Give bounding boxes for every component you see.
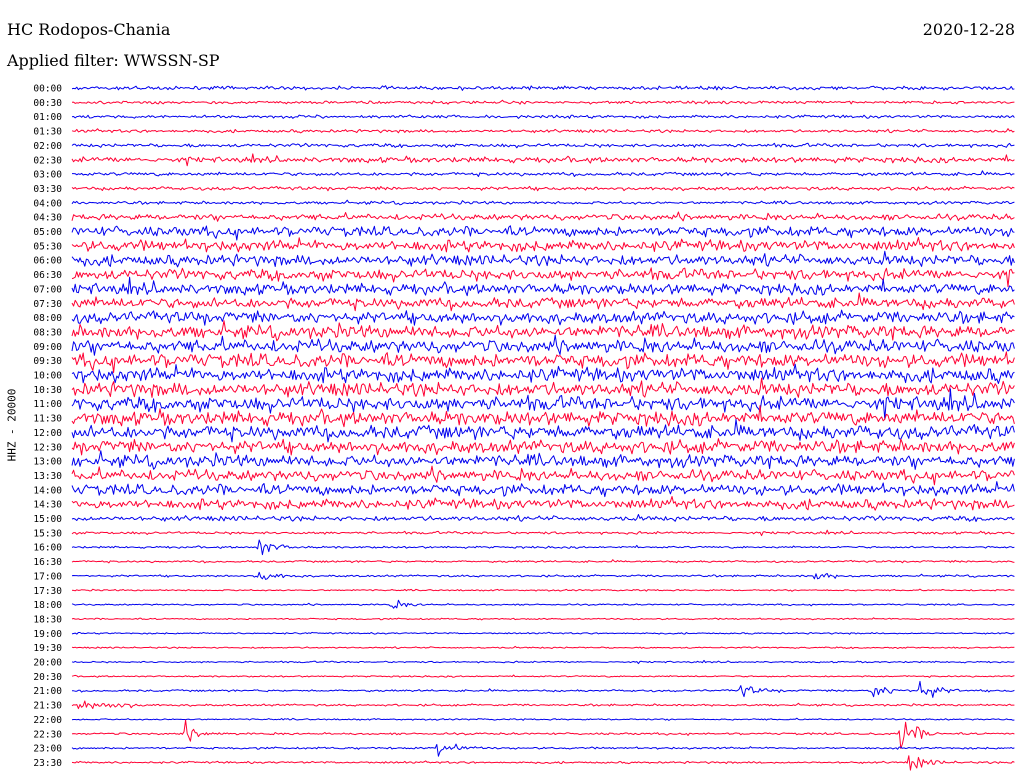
seismic-trace-line — [71, 743, 1015, 757]
seismic-trace-line — [71, 717, 1015, 721]
time-tick-label: 09:00 — [33, 342, 62, 353]
time-tick-label: 15:00 — [33, 514, 62, 525]
seismic-trace-line — [71, 351, 1015, 374]
time-tick-label: 19:00 — [33, 629, 62, 640]
time-tick-label: 17:30 — [33, 586, 62, 597]
time-tick-label: 03:00 — [33, 170, 62, 181]
seismic-trace-line — [71, 267, 1015, 288]
time-tick-label: 02:30 — [33, 155, 62, 166]
time-tick-label: 01:00 — [33, 112, 62, 123]
seismic-trace-line — [71, 496, 1015, 511]
time-tick-label: 10:00 — [33, 371, 62, 382]
time-tick-label: 21:30 — [33, 701, 62, 712]
time-tick-label: 15:30 — [33, 528, 62, 539]
seismic-trace-line — [71, 185, 1015, 192]
time-tick-label: 18:30 — [33, 614, 62, 625]
time-tick-label: 19:30 — [33, 643, 62, 654]
time-tick-label: 11:30 — [33, 414, 62, 425]
seismic-trace-line — [71, 450, 1015, 470]
time-tick-label: 22:00 — [33, 715, 62, 726]
time-tick-label: 10:30 — [33, 385, 62, 396]
seismic-trace-line — [71, 529, 1015, 537]
time-tick-label: 07:00 — [33, 284, 62, 295]
time-tick-label: 12:30 — [33, 442, 62, 453]
seismic-trace-line — [71, 199, 1015, 206]
seismic-trace-line — [71, 674, 1015, 678]
seismic-trace-line — [71, 700, 1015, 710]
seismic-trace-line — [71, 539, 1015, 556]
time-tick-label: 04:00 — [33, 198, 62, 209]
seismic-trace-line — [71, 481, 1015, 498]
seismogram-page: HC Rodopos-Chania 2020-12-28 Applied fil… — [0, 0, 1024, 780]
time-tick-label: 02:00 — [33, 141, 62, 152]
time-tick-label: 13:30 — [33, 471, 62, 482]
seismic-trace-line — [71, 292, 1015, 312]
seismic-trace-line — [71, 514, 1015, 522]
seismic-trace-line — [71, 99, 1015, 105]
seismic-trace-line — [71, 559, 1015, 564]
seismic-trace-line — [71, 153, 1015, 167]
seismic-trace-line — [71, 85, 1015, 91]
time-tick-label: 21:00 — [33, 686, 62, 697]
time-tick-label: 23:00 — [33, 744, 62, 755]
time-tick-label: 12:00 — [33, 428, 62, 439]
seismic-trace-line — [71, 680, 1015, 698]
time-tick-label: 08:30 — [33, 327, 62, 338]
seismic-trace-line — [71, 114, 1015, 119]
time-tick-label: 01:30 — [33, 127, 62, 138]
time-tick-label: 17:00 — [33, 571, 62, 582]
seismic-trace-line — [71, 388, 1015, 420]
time-tick-label: 06:30 — [33, 270, 62, 281]
time-tick-label: 00:00 — [33, 84, 62, 95]
seismic-trace-line — [71, 599, 1015, 609]
seismic-trace-line — [71, 334, 1015, 356]
time-tick-label: 14:30 — [33, 500, 62, 511]
time-tick-label: 18:00 — [33, 600, 62, 611]
time-tick-label: 07:30 — [33, 299, 62, 310]
seismic-trace-line — [71, 571, 1015, 580]
seismic-trace-line — [71, 211, 1015, 222]
seismic-trace-line — [71, 645, 1015, 650]
seismic-trace-line — [71, 438, 1015, 456]
time-tick-label: 05:30 — [33, 241, 62, 252]
time-tick-label: 03:30 — [33, 184, 62, 195]
time-tick-label: 20:30 — [33, 672, 62, 683]
seismic-trace-line — [71, 377, 1015, 398]
seismic-trace-line — [72, 170, 1015, 177]
time-tick-label: 16:00 — [33, 543, 62, 554]
helicorder-plot: 00:00 00:30 01:00 01:30 02:00 02:30 03:00 03:30… — [33, 84, 1015, 771]
time-tick-label: 20:00 — [33, 658, 62, 669]
time-tick-label: 14:00 — [33, 485, 62, 496]
seismic-trace-line — [71, 588, 1015, 592]
time-tick-label: 09:30 — [33, 356, 62, 367]
time-tick-label: 22:30 — [33, 729, 62, 740]
seismic-trace-line — [71, 142, 1015, 149]
seismic-trace-line — [71, 225, 1015, 241]
seismic-trace-line — [71, 755, 1015, 771]
seismic-trace-line — [71, 465, 1015, 486]
seismic-trace-line — [71, 320, 1015, 342]
time-tick-label: 23:30 — [33, 758, 62, 769]
time-tick-label: 13:00 — [33, 457, 62, 468]
seismic-trace-line — [71, 659, 1015, 665]
seismic-trace-line — [71, 719, 1015, 749]
seismic-trace-line — [71, 237, 1015, 253]
time-tick-label: 11:00 — [33, 399, 62, 410]
time-tick-label: 04:30 — [33, 213, 62, 224]
seismic-trace-line — [71, 418, 1015, 443]
time-tick-label: 05:00 — [33, 227, 62, 238]
time-tick-label: 00:30 — [33, 98, 62, 109]
seismic-trace-line — [71, 617, 1015, 621]
seismic-trace-line — [71, 363, 1015, 384]
time-tick-label: 08:00 — [33, 313, 62, 324]
seismic-trace-line — [71, 631, 1015, 635]
seismic-trace-line — [71, 309, 1015, 326]
time-tick-label: 16:30 — [33, 557, 62, 568]
seismic-trace-line — [71, 405, 1015, 428]
seismic-trace-line — [71, 250, 1015, 268]
time-tick-label: 06:00 — [33, 256, 62, 267]
seismic-trace-line — [71, 128, 1015, 134]
